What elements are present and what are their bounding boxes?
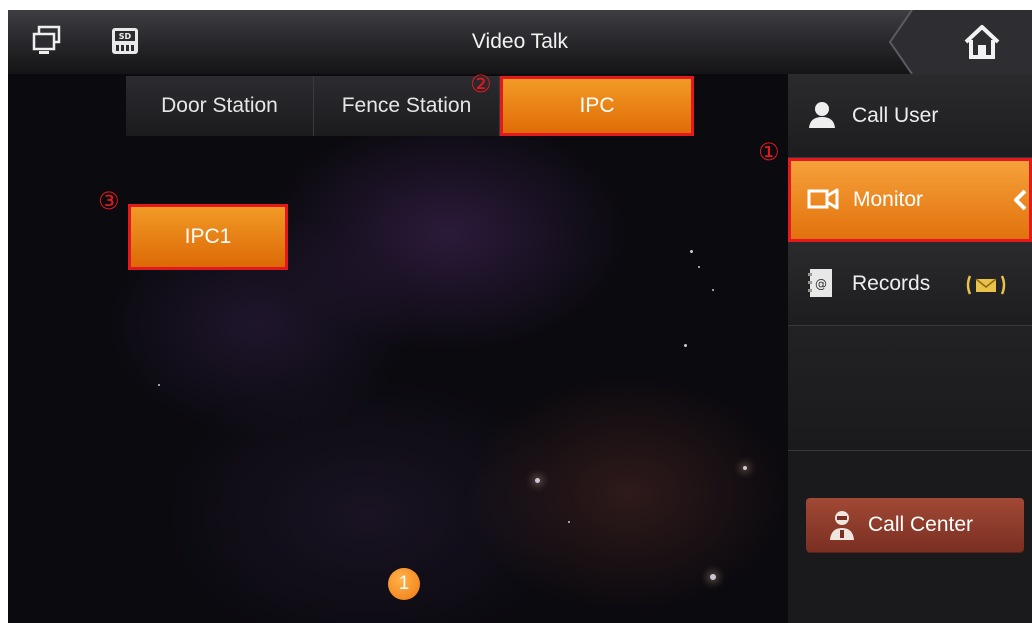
- sidebar: Call User Monitor @ Records Call Center: [788, 74, 1032, 623]
- envelope-icon: [966, 275, 1006, 295]
- tab-ipc[interactable]: IPC: [500, 76, 694, 136]
- star: [698, 266, 700, 268]
- title-bar: SD Video Talk: [8, 10, 1032, 75]
- call-center-label: Call Center: [868, 513, 974, 536]
- annotation-marker-3: ③: [98, 187, 120, 215]
- records-icon: @: [808, 269, 832, 297]
- star: [712, 289, 714, 291]
- star: [743, 466, 747, 470]
- call-center-icon: [830, 511, 854, 540]
- call-center-button[interactable]: Call Center: [806, 498, 1024, 552]
- sidebar-item-call-user[interactable]: Call User: [788, 74, 1032, 158]
- screen: SD Video Talk Door Station Fence Station…: [8, 10, 1032, 623]
- star: [684, 344, 687, 347]
- annotation-marker-2: ②: [470, 70, 492, 98]
- home-area: [882, 10, 1032, 75]
- home-panel-shape: [888, 10, 1032, 75]
- sidebar-item-label: Monitor: [853, 188, 924, 211]
- device-ipc1-button[interactable]: IPC1: [128, 204, 288, 270]
- star: [710, 574, 716, 580]
- user-icon: [809, 102, 835, 128]
- page-title: Video Talk: [471, 30, 569, 53]
- chevron-left-icon: [1014, 189, 1027, 211]
- page-indicator[interactable]: 1: [388, 568, 420, 600]
- star: [535, 478, 540, 483]
- main-area: Door Station Fence Station IPC IPC1 ② ③ …: [8, 70, 788, 623]
- sidebar-item-records[interactable]: @ Records: [788, 242, 1032, 326]
- sidebar-item-label: Records: [852, 272, 931, 295]
- sidebar-empty-area: [788, 326, 1032, 451]
- home-icon[interactable]: [962, 22, 1002, 62]
- annotation-marker-1: ①: [758, 138, 780, 166]
- svg-text:@: @: [815, 277, 827, 291]
- sidebar-item-label: Call User: [852, 104, 939, 127]
- camera-icon: [807, 188, 839, 210]
- star: [568, 521, 570, 523]
- sidebar-item-monitor[interactable]: Monitor: [788, 158, 1032, 242]
- tab-door-station[interactable]: Door Station: [126, 76, 314, 136]
- star: [158, 384, 160, 386]
- star: [690, 250, 693, 253]
